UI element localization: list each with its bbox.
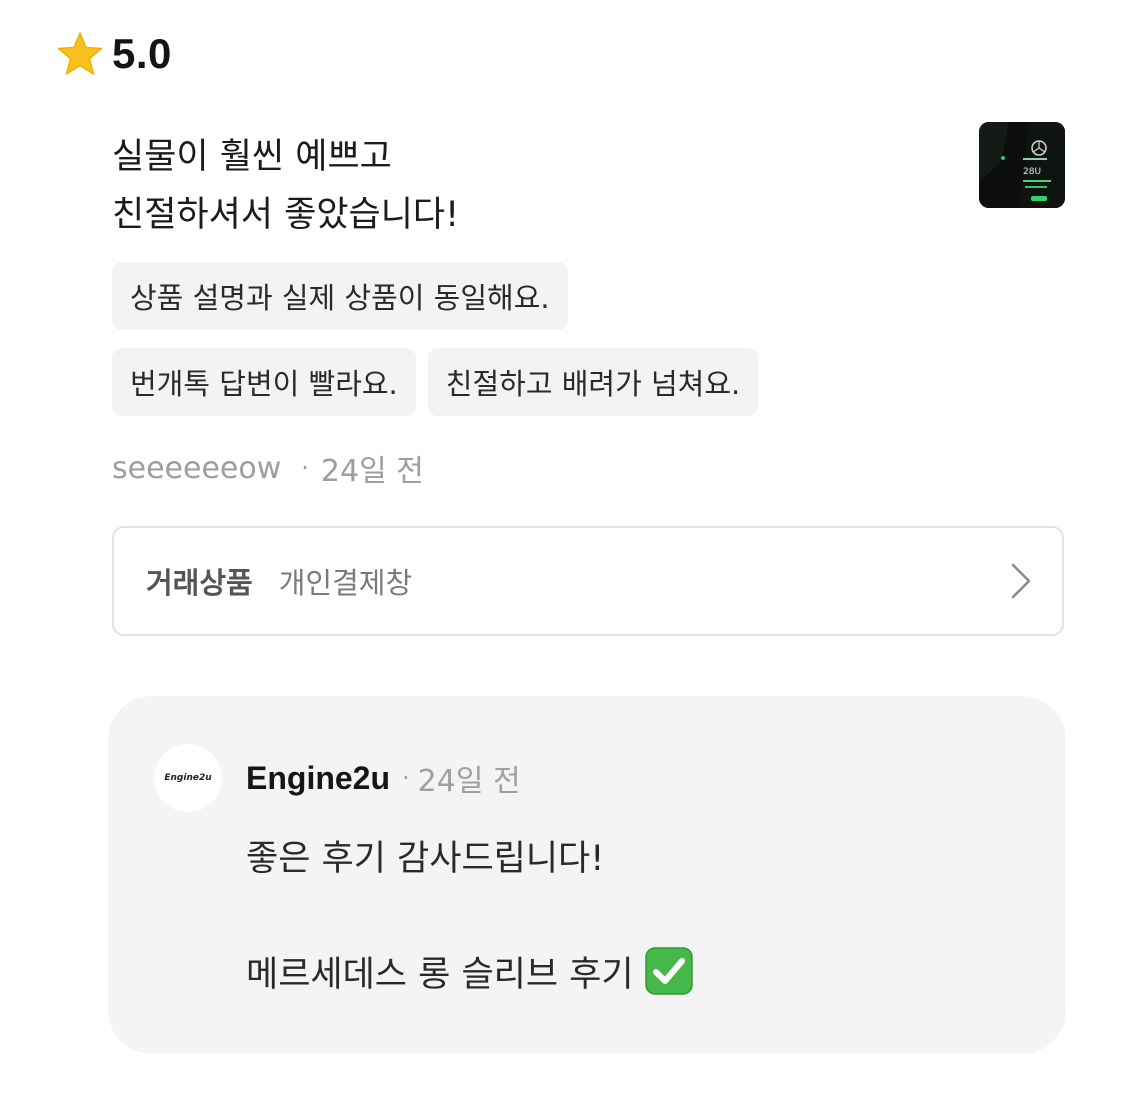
jacket-image: 28U	[979, 122, 1065, 208]
reply-line: 메르세데스 롱 슬리브 후기	[246, 955, 634, 995]
rating-value: 5.0	[112, 30, 172, 77]
review-meta: seeeeeeow · 24일 전	[112, 446, 424, 490]
avatar-logo-text: Engine2u	[164, 773, 212, 783]
reply-text: 좋은 후기 감사드립니다! 메르세데스 롱 슬리브 후기	[246, 830, 694, 1004]
seller-name[interactable]: Engine2u	[246, 760, 390, 797]
deal-value: 개인결제창	[278, 566, 413, 600]
meta-separator: ·	[402, 764, 410, 792]
review-tag: 번개톡 답변이 빨라요.	[112, 348, 416, 416]
review-author[interactable]: seeeeeeow	[112, 451, 281, 486]
svg-text:28U: 28U	[1023, 167, 1041, 177]
review-line: 친절하셔서 좋았습니다!	[112, 195, 460, 235]
star-icon	[57, 32, 103, 75]
chevron-right-icon	[1011, 563, 1031, 599]
traded-item-link[interactable]: 거래상품 개인결제창	[112, 526, 1064, 636]
check-mark-button-icon	[644, 947, 693, 995]
meta-separator: ·	[301, 454, 309, 482]
deal-label: 거래상품	[146, 566, 253, 600]
reply-time: 24일 전	[417, 764, 521, 799]
reply-header: Engine2u · 24일 전	[246, 756, 521, 800]
review-tag: 친절하고 배려가 넘쳐요.	[427, 348, 759, 416]
review-card: 5.0 실물이 훨씬 예쁘고 친절하셔서 좋았습니다! 28U 상품 설명과 실…	[0, 0, 1125, 1098]
seller-reply: Engine2u Engine2u · 24일 전 좋은 후기 감사드립니다! …	[108, 696, 1066, 1054]
review-tag: 상품 설명과 실제 상품이 동일해요.	[112, 262, 568, 330]
reply-line: 좋은 후기 감사드립니다!	[246, 839, 605, 879]
review-time: 24일 전	[320, 454, 424, 489]
seller-avatar[interactable]: Engine2u	[154, 744, 222, 812]
review-text: 실물이 훨씬 예쁘고 친절하셔서 좋았습니다!	[112, 128, 932, 244]
reply-line-container: 메르세데스 롱 슬리브 후기	[246, 946, 694, 1004]
review-tags: 상품 설명과 실제 상품이 동일해요. 번개톡 답변이 빨라요. 친절하고 배려…	[112, 262, 759, 434]
review-line: 실물이 훨씬 예쁘고	[112, 137, 392, 177]
rating: 5.0	[56, 30, 172, 78]
review-photo-thumbnail[interactable]: 28U	[979, 122, 1065, 208]
